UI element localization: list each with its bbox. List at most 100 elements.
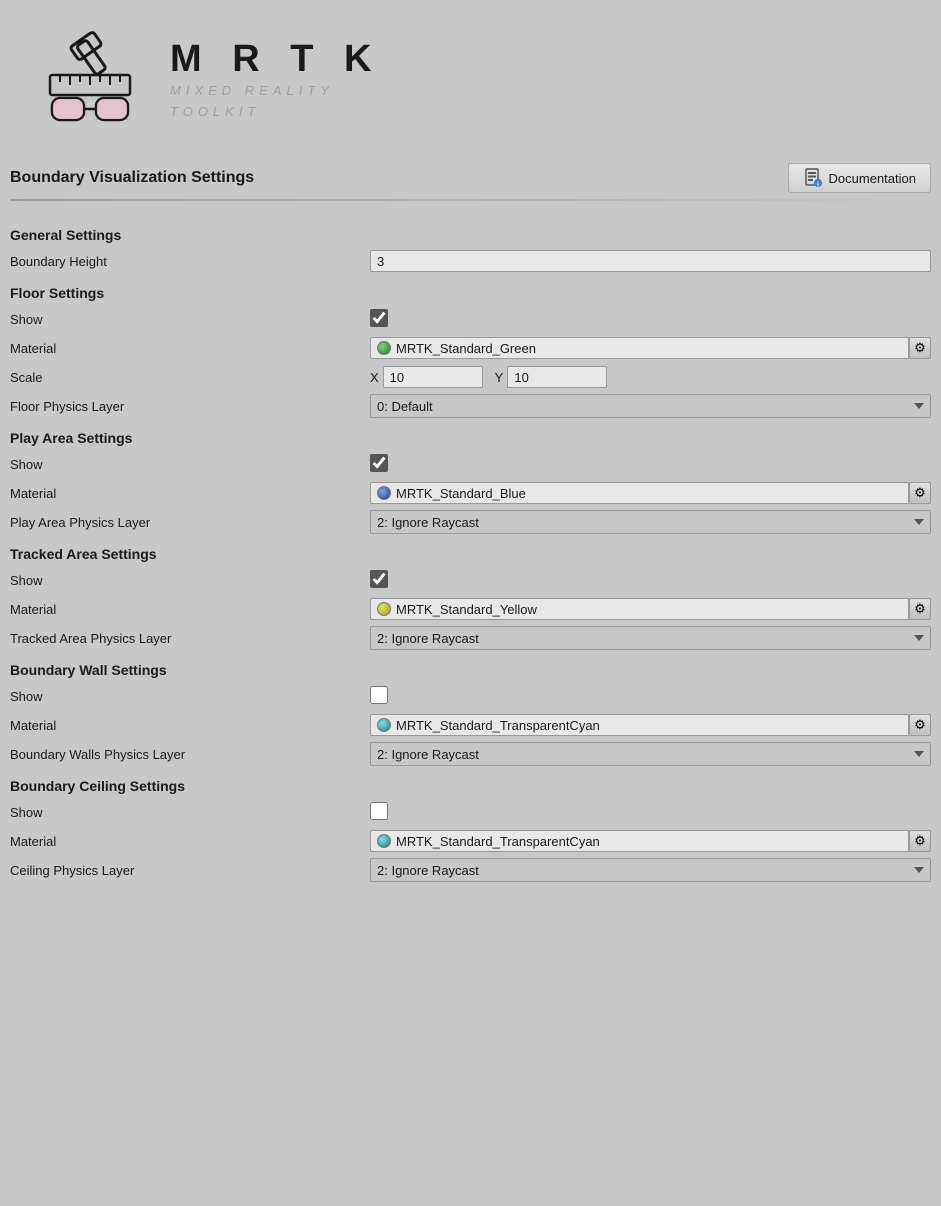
boundary-wall-settings-label: Boundary Wall Settings	[10, 662, 931, 678]
ceiling-physics-layer-label: Ceiling Physics Layer	[10, 863, 370, 878]
tracked-material-row: Material MRTK_Standard_Yellow ⚙	[10, 597, 931, 621]
wall-material-text: MRTK_Standard_TransparentCyan	[396, 718, 600, 733]
tracked-physics-layer-label: Tracked Area Physics Layer	[10, 631, 370, 646]
wall-show-label: Show	[10, 689, 370, 704]
floor-material-row: Material MRTK_Standard_Green ⚙	[10, 336, 931, 360]
scale-x-input[interactable]	[383, 366, 483, 388]
documentation-button[interactable]: i Documentation	[788, 163, 931, 193]
floor-material-input[interactable]: MRTK_Standard_Green	[370, 337, 909, 359]
play-physics-layer-label: Play Area Physics Layer	[10, 515, 370, 530]
play-show-checkbox[interactable]	[370, 454, 388, 472]
app-title: M R T K	[170, 38, 381, 81]
ceiling-physics-layer-value: 0: Default 1: TransparentFX 2: Ignore Ra…	[370, 858, 931, 882]
floor-material-dot	[377, 341, 391, 355]
tracked-material-input[interactable]: MRTK_Standard_Yellow	[370, 598, 909, 620]
play-physics-layer-select[interactable]: 0: Default 1: TransparentFX 2: Ignore Ra…	[370, 510, 931, 534]
ceiling-material-label: Material	[10, 834, 370, 849]
tracked-show-value	[370, 570, 931, 591]
boundary-height-label: Boundary Height	[10, 254, 370, 269]
floor-material-gear[interactable]: ⚙	[909, 337, 931, 359]
floor-physics-layer-select[interactable]: 0: Default 1: TransparentFX 2: Ignore Ra…	[370, 394, 931, 418]
wall-physics-layer-label: Boundary Walls Physics Layer	[10, 747, 370, 762]
floor-show-value	[370, 309, 931, 330]
play-physics-layer-row: Play Area Physics Layer 0: Default 1: Tr…	[10, 510, 931, 534]
floor-material-label: Material	[10, 341, 370, 356]
play-area-settings-label: Play Area Settings	[10, 430, 931, 446]
ceiling-show-row: Show	[10, 800, 931, 824]
boundary-ceiling-settings-label: Boundary Ceiling Settings	[10, 778, 931, 794]
floor-scale-row: Scale X Y	[10, 365, 931, 389]
wall-material-value: MRTK_Standard_TransparentCyan ⚙	[370, 714, 931, 736]
section-header: Boundary Visualization Settings i Docume…	[0, 155, 941, 199]
floor-settings-label: Floor Settings	[10, 285, 931, 301]
ceiling-show-value	[370, 802, 931, 823]
tracked-physics-layer-value: 0: Default 1: TransparentFX 2: Ignore Ra…	[370, 626, 931, 650]
main-content: General Settings Boundary Height Floor S…	[0, 211, 941, 897]
ceiling-material-value: MRTK_Standard_TransparentCyan ⚙	[370, 830, 931, 852]
doc-icon: i	[803, 168, 823, 188]
title-block: M R T K MIXED REALITY TOOLKIT	[170, 38, 381, 123]
boundary-height-row: Boundary Height	[10, 249, 931, 273]
tracked-material-value: MRTK_Standard_Yellow ⚙	[370, 598, 931, 620]
app-subtitle-1: MIXED REALITY	[170, 81, 381, 102]
tracked-material-text: MRTK_Standard_Yellow	[396, 602, 537, 617]
wall-physics-layer-value: 0: Default 1: TransparentFX 2: Ignore Ra…	[370, 742, 931, 766]
wall-show-row: Show	[10, 684, 931, 708]
section-title: Boundary Visualization Settings	[10, 169, 254, 187]
play-show-label: Show	[10, 457, 370, 472]
header: M R T K MIXED REALITY TOOLKIT	[0, 0, 941, 155]
wall-material-label: Material	[10, 718, 370, 733]
ceiling-show-checkbox[interactable]	[370, 802, 388, 820]
wall-physics-layer-select[interactable]: 0: Default 1: TransparentFX 2: Ignore Ra…	[370, 742, 931, 766]
floor-scale-label: Scale	[10, 370, 370, 385]
boundary-height-input[interactable]	[370, 250, 931, 272]
documentation-label: Documentation	[829, 171, 916, 186]
ceiling-physics-layer-select[interactable]: 0: Default 1: TransparentFX 2: Ignore Ra…	[370, 858, 931, 882]
floor-show-label: Show	[10, 312, 370, 327]
tracked-show-checkbox[interactable]	[370, 570, 388, 588]
tracked-show-row: Show	[10, 568, 931, 592]
svg-text:i: i	[817, 182, 819, 189]
play-material-input[interactable]: MRTK_Standard_Blue	[370, 482, 909, 504]
ceiling-material-row: Material MRTK_Standard_TransparentCyan ⚙	[10, 829, 931, 853]
wall-physics-layer-row: Boundary Walls Physics Layer 0: Default …	[10, 742, 931, 766]
play-show-row: Show	[10, 452, 931, 476]
ceiling-material-gear[interactable]: ⚙	[909, 830, 931, 852]
app-subtitle-2: TOOLKIT	[170, 102, 381, 123]
floor-show-checkbox[interactable]	[370, 309, 388, 327]
floor-material-value: MRTK_Standard_Green ⚙	[370, 337, 931, 359]
play-material-row: Material MRTK_Standard_Blue ⚙	[10, 481, 931, 505]
floor-physics-layer-value: 0: Default 1: TransparentFX 2: Ignore Ra…	[370, 394, 931, 418]
floor-material-text: MRTK_Standard_Green	[396, 341, 536, 356]
scale-y-label: Y	[495, 370, 504, 385]
wall-material-input[interactable]: MRTK_Standard_TransparentCyan	[370, 714, 909, 736]
tracked-material-dot	[377, 602, 391, 616]
play-material-label: Material	[10, 486, 370, 501]
wall-show-value	[370, 686, 931, 707]
tracked-area-settings-label: Tracked Area Settings	[10, 546, 931, 562]
play-material-text: MRTK_Standard_Blue	[396, 486, 526, 501]
mrtk-logo	[30, 20, 150, 140]
wall-material-gear[interactable]: ⚙	[909, 714, 931, 736]
general-settings-label: General Settings	[10, 227, 931, 243]
tracked-show-label: Show	[10, 573, 370, 588]
floor-physics-layer-label: Floor Physics Layer	[10, 399, 370, 414]
ceiling-material-dot	[377, 834, 391, 848]
wall-material-dot	[377, 718, 391, 732]
tracked-material-gear[interactable]: ⚙	[909, 598, 931, 620]
ceiling-physics-layer-row: Ceiling Physics Layer 0: Default 1: Tran…	[10, 858, 931, 882]
ceiling-material-input[interactable]: MRTK_Standard_TransparentCyan	[370, 830, 909, 852]
tracked-material-label: Material	[10, 602, 370, 617]
boundary-height-value	[370, 250, 931, 272]
wall-material-row: Material MRTK_Standard_TransparentCyan ⚙	[10, 713, 931, 737]
scale-y-input[interactable]	[507, 366, 607, 388]
ceiling-material-text: MRTK_Standard_TransparentCyan	[396, 834, 600, 849]
play-physics-layer-value: 0: Default 1: TransparentFX 2: Ignore Ra…	[370, 510, 931, 534]
tracked-physics-layer-select[interactable]: 0: Default 1: TransparentFX 2: Ignore Ra…	[370, 626, 931, 650]
play-show-value	[370, 454, 931, 475]
scale-x-label: X	[370, 370, 379, 385]
wall-show-checkbox[interactable]	[370, 686, 388, 704]
ceiling-show-label: Show	[10, 805, 370, 820]
play-material-value: MRTK_Standard_Blue ⚙	[370, 482, 931, 504]
play-material-gear[interactable]: ⚙	[909, 482, 931, 504]
